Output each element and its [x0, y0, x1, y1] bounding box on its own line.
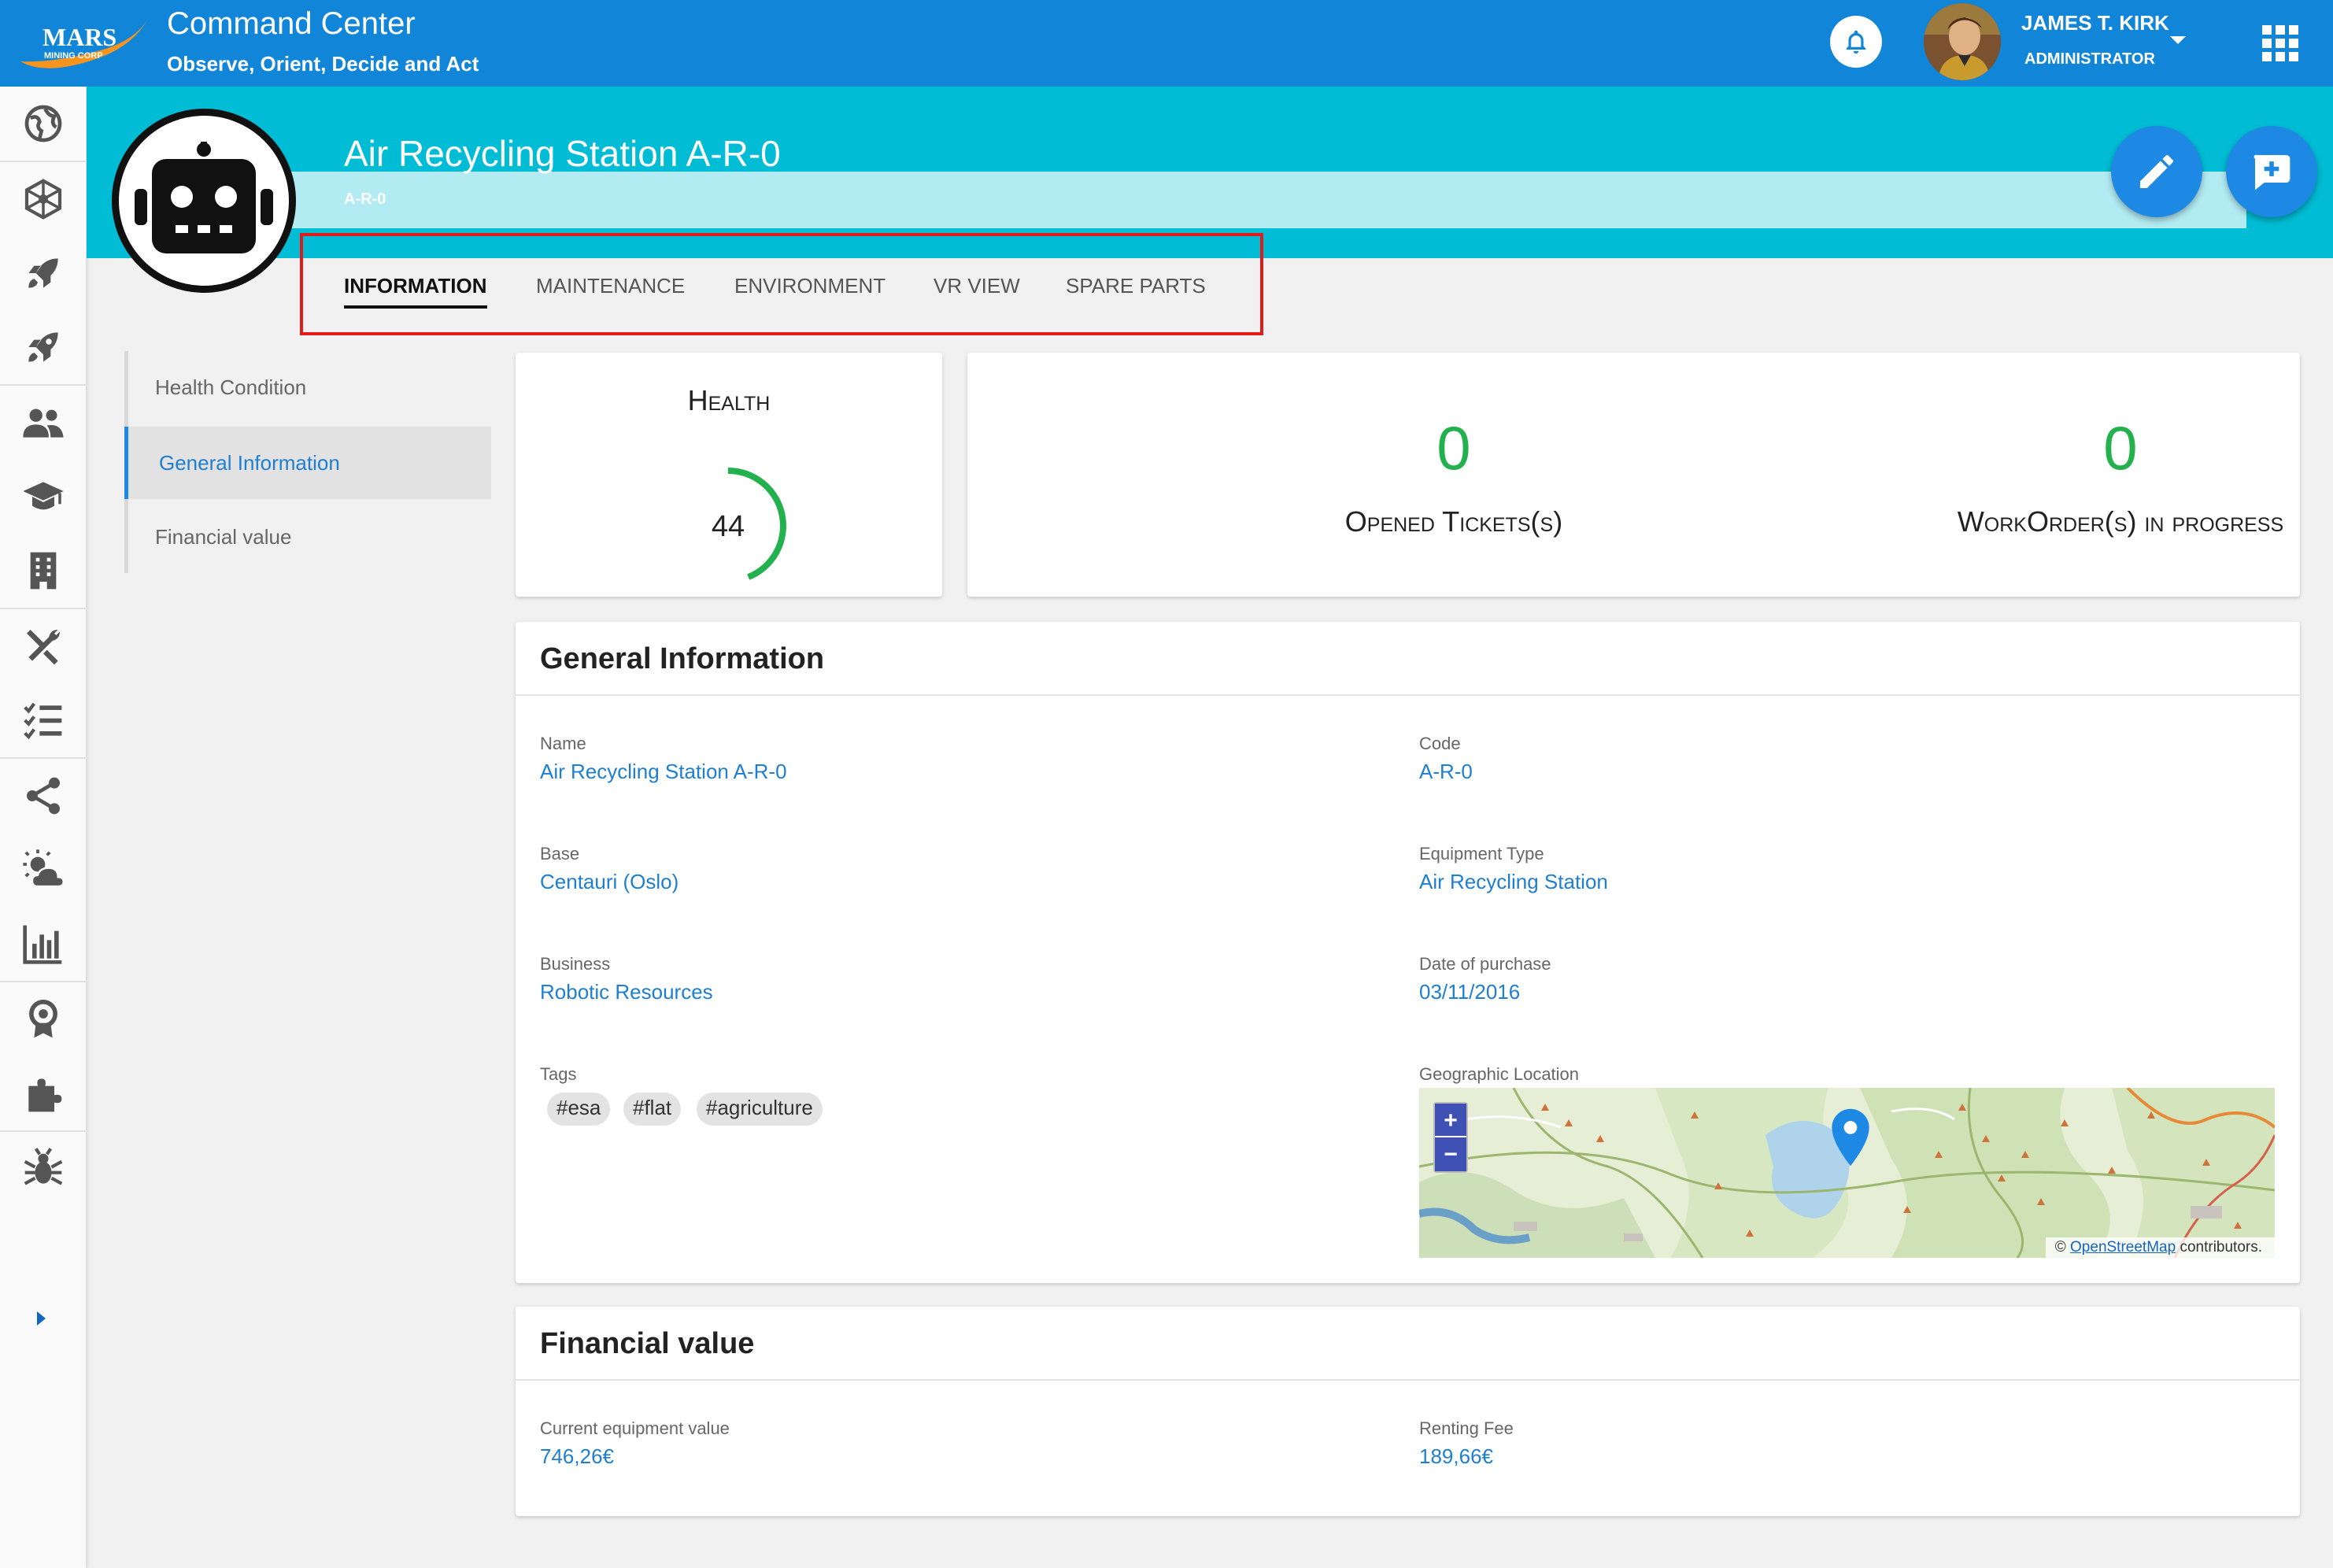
- add-ticket-button[interactable]: [2226, 126, 2317, 217]
- current-equipment-value: 746,26€: [540, 1444, 614, 1468]
- location-map[interactable]: + − © OpenStreetMap contributors.: [1419, 1088, 2275, 1258]
- renting-fee-label: Renting Fee: [1419, 1418, 1514, 1438]
- pencil-icon: [2140, 155, 2173, 188]
- section-nav-general-information[interactable]: General Information: [124, 427, 491, 499]
- current-equipment-value-label: Current equipment value: [540, 1418, 730, 1438]
- add-comment-icon: [2254, 154, 2290, 190]
- ticket-stats-card: 0 Opened Tickets(s) 0 WorkOrder(s) in pr…: [967, 353, 2300, 597]
- base-value[interactable]: Centauri (Oslo): [540, 870, 678, 894]
- notifications-button[interactable]: [1830, 16, 1882, 68]
- general-information-title: General Information: [540, 642, 825, 675]
- general-information-card: General Information Name Air Recycling S…: [516, 622, 2300, 1283]
- avatar[interactable]: [1924, 3, 2001, 80]
- equipment-title: Air Recycling Station A-R-0: [344, 133, 781, 174]
- date-of-purchase-value: 03/11/2016: [1419, 980, 1521, 1004]
- tag-chip[interactable]: #agriculture: [697, 1093, 823, 1126]
- card-header: Financial value: [516, 1307, 2300, 1381]
- globe-icon[interactable]: [0, 87, 87, 161]
- mars-mining-logo[interactable]: MARS MINING CORP: [16, 11, 151, 77]
- financial-value-card: Financial value Current equipment value …: [516, 1307, 2300, 1516]
- map-zoom-control: + −: [1433, 1102, 1468, 1173]
- user-role: ADMINISTRATOR: [2024, 50, 2155, 68]
- equipment-code: A-R-0: [344, 190, 386, 208]
- bar-chart-icon[interactable]: [0, 907, 87, 981]
- apps-grid-icon[interactable]: [2261, 24, 2300, 63]
- left-nav-rail: [0, 87, 87, 1568]
- robot-icon: [112, 109, 296, 293]
- app-subtitle: Observe, Orient, Decide and Act: [167, 52, 479, 76]
- tools-icon[interactable]: [0, 609, 87, 683]
- map-marker-icon[interactable]: [1828, 1107, 1873, 1168]
- section-nav: Health Condition General Information Fin…: [124, 351, 491, 573]
- rocket-alt-icon[interactable]: [0, 310, 87, 384]
- weather-icon[interactable]: [0, 833, 87, 907]
- attribution-prefix: ©: [2054, 1239, 2066, 1256]
- svg-text:MARS: MARS: [43, 23, 116, 51]
- tag-chip[interactable]: #flat: [623, 1093, 682, 1126]
- share-icon[interactable]: [0, 759, 87, 833]
- date-of-purchase-label: Date of purchase: [1419, 954, 1551, 974]
- name-value[interactable]: Air Recycling Station A-R-0: [540, 760, 787, 784]
- geographic-location-label: Geographic Location: [1419, 1064, 1580, 1084]
- tabs-highlight-annotation: [300, 233, 1263, 335]
- health-card: Health 44: [516, 353, 942, 597]
- app-title: Command Center: [167, 6, 416, 41]
- workorders-count: 0: [2103, 413, 2138, 483]
- zoom-out-button[interactable]: −: [1435, 1137, 1466, 1171]
- card-header: General Information: [516, 622, 2300, 696]
- name-label: Name: [540, 734, 586, 753]
- business-label: Business: [540, 954, 611, 974]
- rocket-icon[interactable]: [0, 236, 87, 310]
- section-nav-health-condition[interactable]: Health Condition: [128, 351, 495, 423]
- openstreetmap-link[interactable]: OpenStreetMap: [2070, 1239, 2176, 1256]
- svg-text:MINING CORP: MINING CORP: [44, 51, 103, 61]
- financial-value-title: Financial value: [540, 1327, 755, 1360]
- health-value: 44: [711, 510, 745, 543]
- attribution-suffix: contributors.: [2180, 1239, 2262, 1256]
- graduation-cap-icon[interactable]: [0, 460, 87, 534]
- opened-tickets-label: Opened Tickets(s): [1344, 505, 1563, 538]
- bell-icon: [1846, 30, 1866, 54]
- tag-chip[interactable]: #esa: [547, 1093, 611, 1126]
- opened-tickets-count: 0: [1436, 413, 1471, 483]
- chevron-right-icon[interactable]: [37, 1311, 46, 1326]
- puzzle-icon[interactable]: [0, 1056, 87, 1130]
- code-value[interactable]: A-R-0: [1419, 760, 1473, 784]
- edit-button[interactable]: [2111, 126, 2202, 217]
- people-icon[interactable]: [0, 386, 87, 460]
- section-nav-financial-value[interactable]: Financial value: [128, 501, 495, 573]
- award-icon[interactable]: [0, 982, 87, 1056]
- equipment-type-value[interactable]: Air Recycling Station: [1419, 870, 1608, 894]
- tab-strip: [236, 172, 2246, 228]
- chevron-down-icon[interactable]: [2170, 36, 2186, 44]
- business-value[interactable]: Robotic Resources: [540, 980, 713, 1004]
- workorders-label: WorkOrder(s) in progress: [1957, 505, 2284, 538]
- bug-icon[interactable]: [0, 1132, 87, 1206]
- map-attribution: © OpenStreetMap contributors.: [2045, 1237, 2275, 1258]
- network-icon[interactable]: [0, 162, 87, 236]
- base-label: Base: [540, 844, 580, 864]
- user-name[interactable]: JAMES T. KIRK: [2021, 11, 2169, 35]
- equipment-type-label: Equipment Type: [1419, 844, 1544, 864]
- tags-label: Tags: [540, 1064, 577, 1084]
- health-title: Health: [687, 384, 771, 416]
- renting-fee-value: 189,66€: [1419, 1444, 1493, 1468]
- code-label: Code: [1419, 734, 1461, 753]
- zoom-in-button[interactable]: +: [1435, 1104, 1466, 1137]
- checklist-icon[interactable]: [0, 683, 87, 757]
- top-app-bar: MARS MINING CORP Command Center Observe,…: [0, 0, 2333, 87]
- building-icon[interactable]: [0, 534, 87, 608]
